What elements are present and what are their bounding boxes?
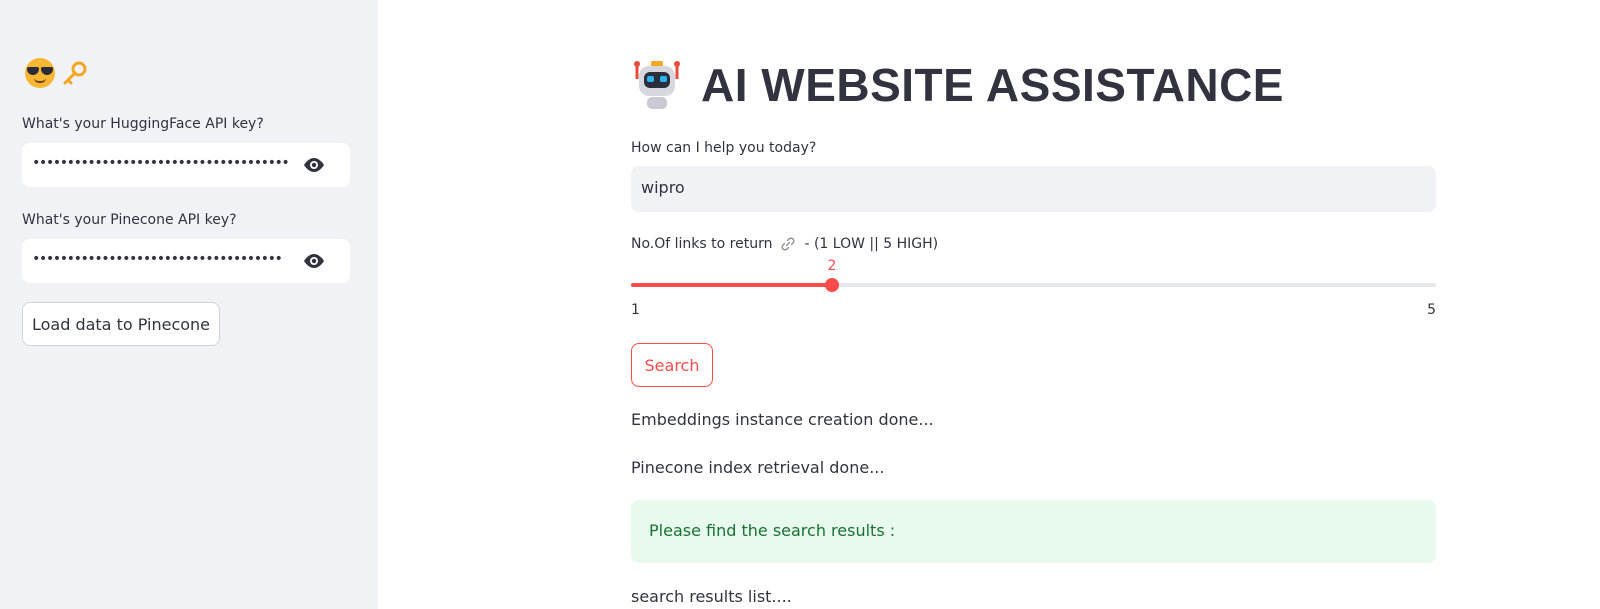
pinecone-key-input[interactable]: •••••••••••••••••••••••••••••••••••• [22,239,350,283]
slider-fill [631,283,832,287]
huggingface-key-label: What's your HuggingFace API key? [22,116,264,132]
success-message: Please find the search results : [649,521,896,540]
huggingface-key-input[interactable]: ••••••••••••••••••••••••••••••••••••• [22,143,350,187]
status-pinecone-index: Pinecone index retrieval done... [631,458,885,477]
slider-current-value: 2 [827,258,837,274]
load-data-button[interactable]: Load data to Pinecone [22,302,220,346]
status-embeddings: Embeddings instance creation done... [631,410,934,429]
slider-label-text: No.Of links to return [631,236,773,252]
pinecone-key-value: •••••••••••••••••••••••••••••••••••• [32,251,283,267]
query-input[interactable]: wipro [631,166,1436,212]
slider-label: No.Of links to return - (1 LOW || 5 HIGH… [631,236,938,252]
sunglasses-face-icon [25,58,55,88]
show-password-eye-icon[interactable] [302,252,326,270]
key-icon [63,61,87,85]
robot-icon [634,61,680,109]
query-label: How can I help you today? [631,140,817,156]
sidebar: What's your HuggingFace API key? •••••••… [0,0,378,609]
page-title: AI WEBSITE ASSISTANCE [631,58,1284,112]
link-icon [781,237,795,251]
search-button[interactable]: Search [631,343,713,387]
pinecone-key-label: What's your Pinecone API key? [22,212,237,228]
slider-label-range: - (1 LOW || 5 HIGH) [804,236,939,252]
search-results-text: search results list.... [631,587,792,606]
huggingface-key-value: ••••••••••••••••••••••••••••••••••••• [32,155,290,171]
slider-thumb[interactable] [825,278,839,292]
slider-min-label: 1 [631,302,640,318]
sidebar-emoji-row [25,58,89,88]
slider-max-label: 5 [1427,302,1436,318]
title-text: AI WEBSITE ASSISTANCE [701,59,1284,111]
success-alert: Please find the search results : [631,500,1436,563]
show-password-eye-icon[interactable] [302,156,326,174]
